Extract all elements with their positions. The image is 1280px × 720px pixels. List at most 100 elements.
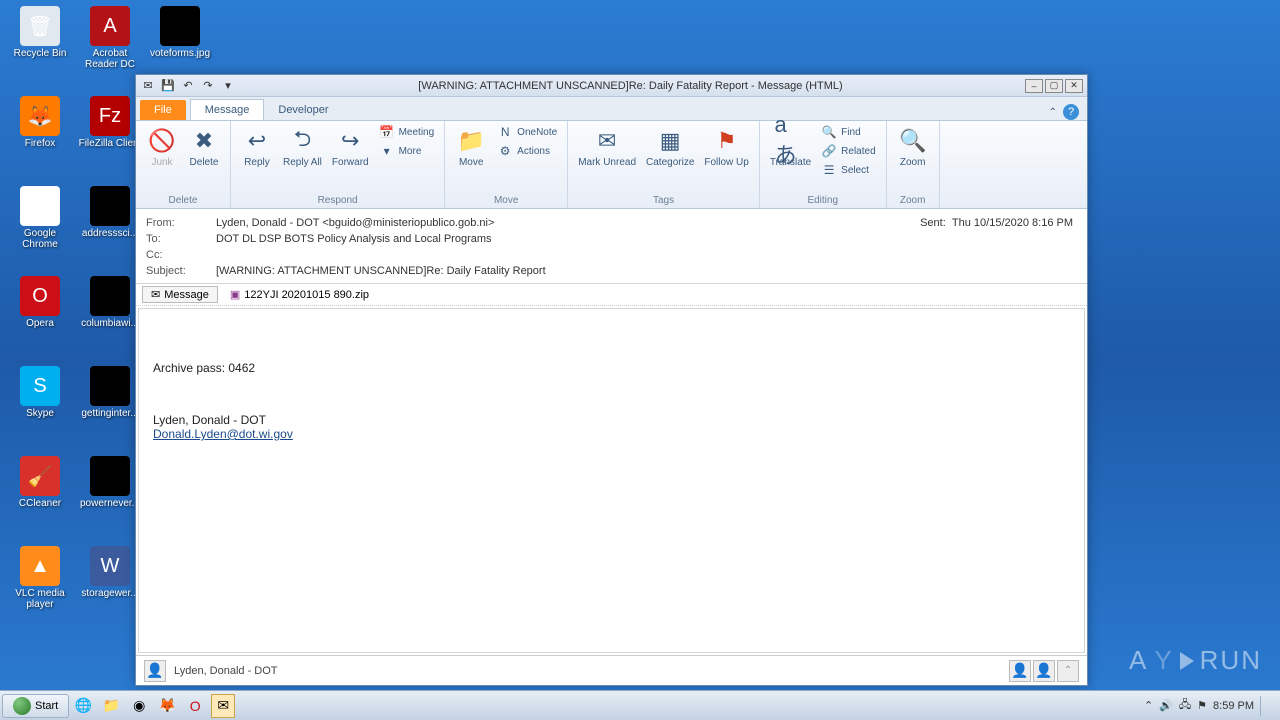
zoom-icon: 🔍 <box>897 125 929 157</box>
desktop-icon-columbiawi-[interactable]: columbiawi... <box>78 276 142 329</box>
select-icon: ☰ <box>821 162 837 178</box>
mail-icon: ✉ <box>151 288 160 301</box>
meeting-button[interactable]: 📅Meeting <box>375 123 439 141</box>
redo-icon[interactable]: ↷ <box>200 78 216 94</box>
categorize-button[interactable]: ▦Categorize <box>642 123 698 170</box>
desktop-icon-vlc-media-player[interactable]: ▲VLC media player <box>8 546 72 610</box>
translate-button[interactable]: aあTranslate <box>766 123 815 170</box>
more-icon: ▾ <box>379 143 395 159</box>
watermark: AY RUN <box>1129 645 1262 676</box>
select-button[interactable]: ☰Select <box>817 161 879 179</box>
flag-icon: ⚑ <box>711 125 743 157</box>
find-button[interactable]: 🔍Find <box>817 123 879 141</box>
delete-icon: ✖ <box>188 125 220 157</box>
desktop-icon-filezilla-client[interactable]: FzFileZilla Client <box>78 96 142 149</box>
desktop-icon-google-chrome[interactable]: ◉Google Chrome <box>8 186 72 250</box>
signature-email[interactable]: Donald.Lyden@dot.wi.gov <box>153 427 293 441</box>
tray-expand-icon[interactable]: ⌃ <box>1144 699 1153 712</box>
subject-value: [WARNING: ATTACHMENT UNSCANNED]Re: Daily… <box>216 265 1077 277</box>
ribbon-collapse-icon[interactable]: ⌃ <box>1049 107 1057 118</box>
qat-dropdown-icon[interactable]: ▾ <box>220 78 236 94</box>
play-icon <box>1180 652 1194 670</box>
desktop-icon-firefox[interactable]: 🦊Firefox <box>8 96 72 149</box>
zip-icon: ▣ <box>230 288 240 301</box>
categorize-icon: ▦ <box>654 125 686 157</box>
show-desktop-button[interactable] <box>1260 696 1272 716</box>
people-pane: 👤 Lyden, Donald - DOT 👤 👤 ⌃ <box>136 655 1087 685</box>
taskbar-outlook[interactable]: ✉ <box>211 694 235 718</box>
junk-button[interactable]: 🚫Junk <box>142 123 182 170</box>
people-collapse-icon[interactable]: ⌃ <box>1057 660 1079 682</box>
delete-button[interactable]: ✖Delete <box>184 123 224 170</box>
body-line-archive: Archive pass: 0462 <box>153 361 1070 375</box>
onenote-button[interactable]: NOneNote <box>493 123 561 141</box>
minimize-button[interactable]: – <box>1025 79 1043 93</box>
people-toggle-2[interactable]: 👤 <box>1033 660 1055 682</box>
reply-button[interactable]: ↩Reply <box>237 123 277 170</box>
message-body[interactable]: Archive pass: 0462 Lyden, Donald - DOT D… <box>138 308 1085 653</box>
group-editing-label: Editing <box>766 194 880 208</box>
outlook-message-window: ✉ 💾 ↶ ↷ ▾ [WARNING: ATTACHMENT UNSCANNED… <box>135 74 1088 686</box>
desktop-icon-powernever-[interactable]: powernever... <box>78 456 142 509</box>
tray-clock[interactable]: 8:59 PM <box>1213 700 1254 712</box>
help-icon[interactable]: ? <box>1063 104 1079 120</box>
taskbar-firefox[interactable]: 🦊 <box>155 694 179 718</box>
desktop-icon-acrobat-reader-dc[interactable]: AAcrobat Reader DC <box>78 6 142 70</box>
meeting-icon: 📅 <box>379 124 395 140</box>
window-titlebar[interactable]: ✉ 💾 ↶ ↷ ▾ [WARNING: ATTACHMENT UNSCANNED… <box>136 75 1087 97</box>
actions-icon: ⚙ <box>497 143 513 159</box>
onenote-icon: N <box>497 124 513 140</box>
people-toggle-1[interactable]: 👤 <box>1009 660 1031 682</box>
people-name: Lyden, Donald - DOT <box>174 665 278 677</box>
more-button[interactable]: ▾More <box>375 142 439 160</box>
cc-label: Cc: <box>146 249 216 261</box>
forward-button[interactable]: ↪Forward <box>328 123 373 170</box>
mark-unread-button[interactable]: ✉Mark Unread <box>574 123 640 170</box>
ribbon: 🚫Junk ✖Delete Delete ↩Reply ⮌Reply All ↪… <box>136 121 1087 209</box>
group-tags-label: Tags <box>574 194 753 208</box>
desktop-icon-recycle-bin[interactable]: 🗑Recycle Bin <box>8 6 72 59</box>
tray-network-icon[interactable]: 🖧 <box>1179 696 1191 715</box>
avatar-icon[interactable]: 👤 <box>144 660 166 682</box>
tab-message[interactable]: Message <box>190 99 265 120</box>
desktop-icon-skype[interactable]: SSkype <box>8 366 72 419</box>
tab-file[interactable]: File <box>140 100 186 120</box>
tab-developer[interactable]: Developer <box>264 100 342 120</box>
related-icon: 🔗 <box>821 143 837 159</box>
desktop-icon-addresssci-[interactable]: addresssci... <box>78 186 142 239</box>
taskbar-chrome[interactable]: ◉ <box>127 694 151 718</box>
to-label: To: <box>146 233 216 245</box>
save-icon[interactable]: 💾 <box>160 78 176 94</box>
window-title: [WARNING: ATTACHMENT UNSCANNED]Re: Daily… <box>236 80 1025 92</box>
attachment-message-tab[interactable]: ✉Message <box>142 286 218 303</box>
junk-icon: 🚫 <box>146 125 178 157</box>
reply-all-button[interactable]: ⮌Reply All <box>279 123 326 170</box>
actions-button[interactable]: ⚙Actions <box>493 142 561 160</box>
close-button[interactable]: ✕ <box>1065 79 1083 93</box>
follow-up-button[interactable]: ⚑Follow Up <box>700 123 752 170</box>
desktop-icon-voteforms-jpg[interactable]: voteforms.jpg <box>148 6 212 59</box>
undo-icon[interactable]: ↶ <box>180 78 196 94</box>
sent-label: Sent: <box>920 217 946 229</box>
desktop-icon-storagewer-[interactable]: Wstoragewer... <box>78 546 142 599</box>
taskbar-explorer[interactable]: 📁 <box>99 694 123 718</box>
desktop-icon-ccleaner[interactable]: 🧹CCleaner <box>8 456 72 509</box>
desktop-icon-gettinginter-[interactable]: gettinginter... <box>78 366 142 419</box>
maximize-button[interactable]: ▢ <box>1045 79 1063 93</box>
forward-icon: ↪ <box>334 125 366 157</box>
desktop-icon-opera[interactable]: OOpera <box>8 276 72 329</box>
move-button[interactable]: 📁Move <box>451 123 491 170</box>
translate-icon: aあ <box>775 125 807 157</box>
zoom-button[interactable]: 🔍Zoom <box>893 123 933 170</box>
taskbar-opera[interactable]: O <box>183 694 207 718</box>
start-button[interactable]: Start <box>2 694 69 718</box>
sent-value: Thu 10/15/2020 8:16 PM <box>952 217 1073 229</box>
attachment-file[interactable]: ▣122YJI 20201015 890.zip <box>224 287 375 302</box>
taskbar-ie[interactable]: 🌐 <box>71 694 95 718</box>
signature-name: Lyden, Donald - DOT <box>153 413 1070 427</box>
attachment-bar: ✉Message ▣122YJI 20201015 890.zip <box>136 284 1087 306</box>
related-button[interactable]: 🔗Related <box>817 142 879 160</box>
windows-orb-icon <box>13 697 31 715</box>
tray-flag-icon[interactable]: ⚑ <box>1197 699 1207 712</box>
tray-volume-icon[interactable]: 🔊 <box>1159 699 1173 712</box>
